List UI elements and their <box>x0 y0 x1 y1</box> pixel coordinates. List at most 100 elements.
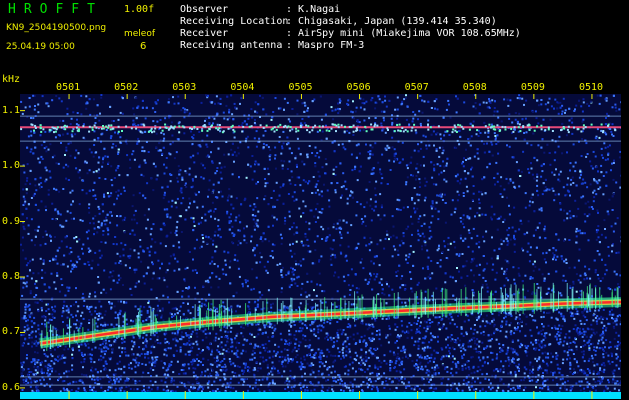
carrier-speckle <box>562 126 565 129</box>
receiver-label: Receiver <box>180 28 229 39</box>
carrier-speckle <box>460 125 463 128</box>
carrier-speckle <box>164 126 167 129</box>
carrier-speckle <box>164 123 167 126</box>
carrier-speckle <box>314 124 317 127</box>
x-tick-label: 0501 <box>56 82 81 93</box>
carrier-speckle <box>333 123 336 126</box>
y-tick-label: 1.1 <box>2 104 21 116</box>
carrier-speckle <box>248 125 251 128</box>
carrier-speckle <box>143 124 146 127</box>
carrier-speckle <box>437 125 440 128</box>
carrier-speckle <box>427 128 430 131</box>
carrier-speckle <box>183 126 186 129</box>
carrier-speckle <box>55 128 58 131</box>
carrier-speckle <box>510 127 513 130</box>
location-label: Receiving Location <box>180 16 289 27</box>
version-label: 1.00f <box>124 4 155 15</box>
carrier-speckle <box>330 127 333 130</box>
carrier-speckle <box>153 130 156 133</box>
carrier-speckle <box>373 125 376 128</box>
carrier-speckle <box>427 123 429 126</box>
carrier-speckle <box>102 127 105 130</box>
carrier-speckle <box>273 130 276 133</box>
carrier-speckle <box>178 125 181 128</box>
carrier-speckle <box>533 129 536 132</box>
location-value: : Chigasaki, Japan (139.414 35.340) <box>286 16 497 27</box>
carrier-speckle <box>95 126 98 129</box>
y-tick-label: 1.0 <box>2 160 21 172</box>
carrier-speckle <box>250 125 253 128</box>
carrier-speckle <box>273 126 276 129</box>
carrier-speckle <box>147 130 150 133</box>
carrier-speckle <box>53 131 55 134</box>
x-tick-label: 0507 <box>404 82 429 93</box>
carrier-speckle <box>376 124 379 127</box>
carrier-speckle <box>528 128 531 131</box>
meleof-value: 6 <box>140 41 147 52</box>
carrier-speckle <box>406 130 409 133</box>
carrier-speckle <box>429 126 432 129</box>
x-tick-label: 0502 <box>114 82 139 93</box>
carrier-speckle <box>491 125 494 128</box>
carrier-speckle <box>242 125 245 128</box>
carrier-speckle <box>259 124 262 127</box>
carrier-speckle <box>76 126 78 129</box>
carrier-speckle <box>413 123 416 126</box>
carrier-speckle <box>49 129 52 132</box>
x-tick-label: 0505 <box>288 82 313 93</box>
carrier-speckle <box>547 126 550 129</box>
carrier-speckle <box>551 130 554 132</box>
carrier-speckle <box>39 127 42 129</box>
carrier-speckle <box>517 126 520 129</box>
carrier-speckle <box>590 123 593 126</box>
carrier-speckle <box>580 130 583 133</box>
carrier-speckle <box>130 127 133 130</box>
carrier-speckle <box>540 128 543 131</box>
carrier-speckle <box>393 130 396 133</box>
carrier-speckle <box>528 124 531 127</box>
observer-label: Observer <box>180 4 229 15</box>
carrier-speckle <box>600 123 603 126</box>
carrier-speckle <box>91 126 94 129</box>
carrier-speckle <box>289 126 292 129</box>
carrier-speckle <box>455 131 458 133</box>
x-tick-label: 0509 <box>520 82 545 93</box>
carrier-speckle <box>576 128 579 131</box>
carrier-speckle <box>547 128 550 131</box>
carrier-speckle <box>107 126 110 129</box>
y-tick-label: 0.6 <box>2 381 21 393</box>
carrier-speckle <box>453 124 456 127</box>
carrier-speckle <box>451 131 454 134</box>
carrier-speckle <box>582 127 585 130</box>
carrier-speckle <box>352 130 355 133</box>
carrier-speckle <box>607 125 609 127</box>
carrier-speckle <box>446 130 449 133</box>
carrier-speckle <box>328 130 331 132</box>
carrier-speckle <box>189 127 191 130</box>
carrier-speckle <box>337 123 340 126</box>
spectrogram-svg <box>20 94 621 399</box>
carrier-speckle <box>396 124 399 126</box>
carrier-speckle <box>42 128 45 131</box>
carrier-speckle <box>371 128 374 131</box>
carrier-speckle <box>105 125 108 128</box>
carrier-speckle <box>173 125 176 128</box>
carrier-speckle <box>504 126 507 129</box>
carrier-speckle <box>77 129 80 132</box>
carrier-speckle <box>567 125 570 128</box>
x-tick-label: 0506 <box>346 82 371 93</box>
carrier-speckle <box>325 129 328 132</box>
carrier-speckle <box>522 126 525 129</box>
carrier-speckle <box>227 127 230 130</box>
carrier-speckle <box>344 125 346 128</box>
carrier-speckle <box>457 123 460 126</box>
carrier-speckle <box>193 125 196 128</box>
carrier-speckle <box>308 131 311 134</box>
carrier-speckle <box>33 129 35 132</box>
carrier-speckle <box>34 127 37 129</box>
carrier-speckle <box>64 124 66 127</box>
carrier-speckle <box>337 126 340 129</box>
x-tick-label: 0510 <box>578 82 604 93</box>
carrier-speckle <box>602 131 604 134</box>
carrier-speckle <box>573 126 575 129</box>
